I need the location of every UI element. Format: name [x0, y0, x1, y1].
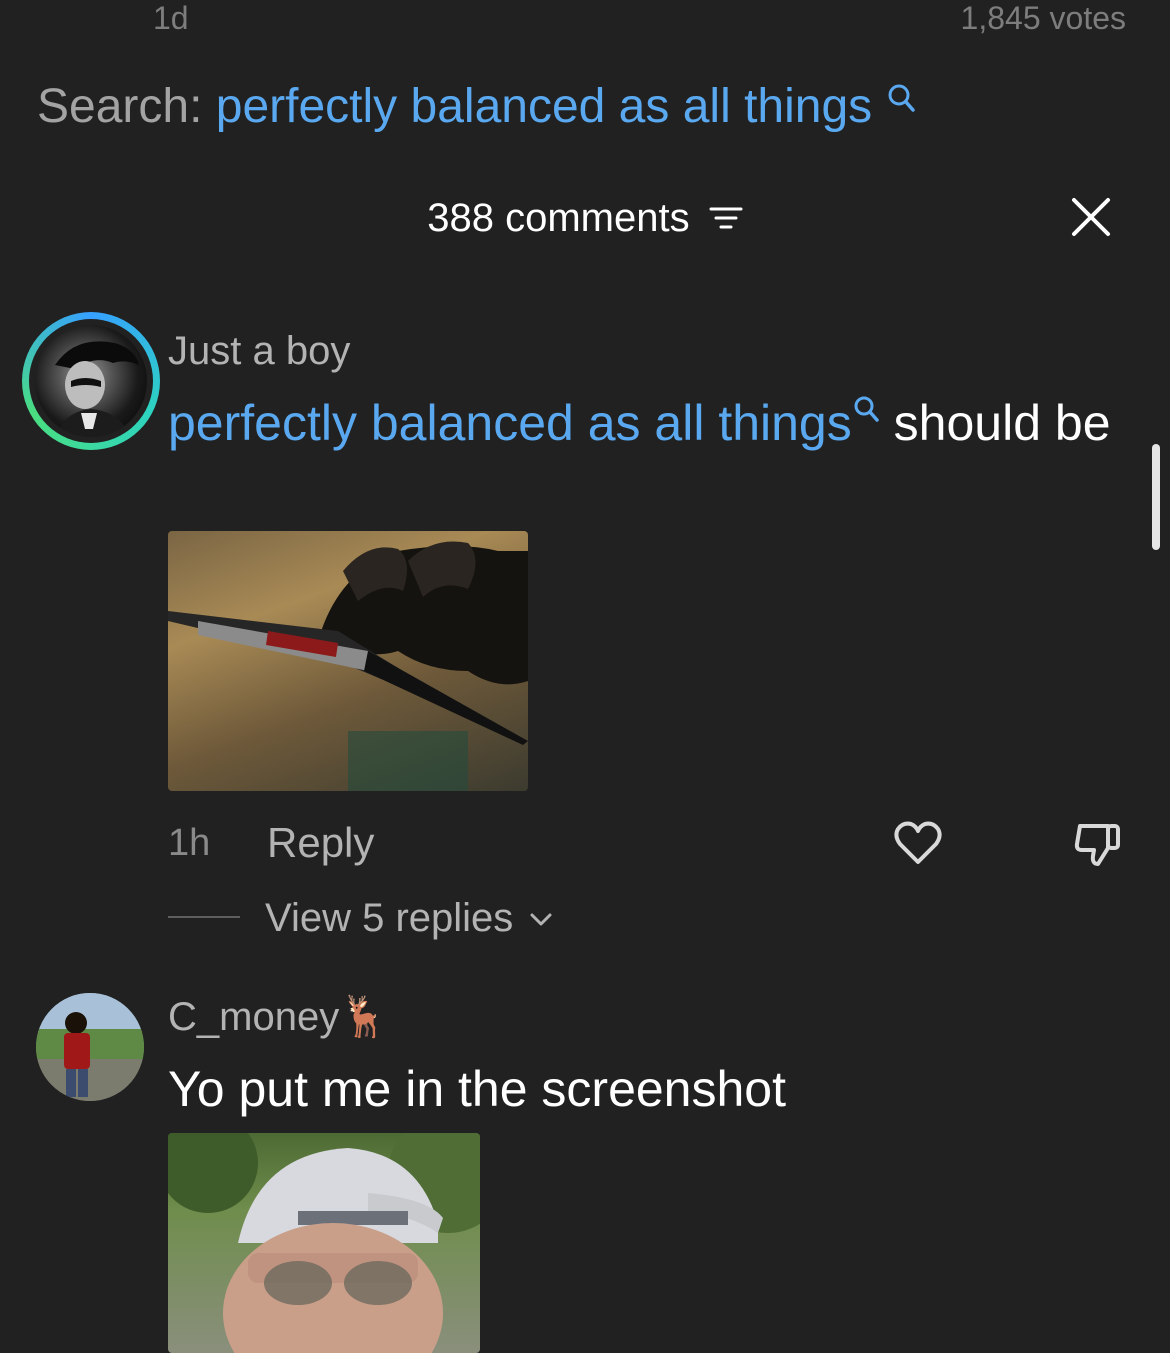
comment-body-text: should be: [893, 395, 1111, 451]
comment-time: 1h: [168, 822, 211, 864]
view-replies-button[interactable]: View 5 replies: [265, 894, 554, 942]
deer-emoji: 🦌: [339, 995, 390, 1039]
comment-body: perfectly balanced as all things should …: [168, 392, 1128, 454]
view-replies-label: View 5 replies: [265, 896, 514, 940]
reply-button[interactable]: Reply: [267, 818, 374, 868]
dislike-icon[interactable]: [1072, 818, 1124, 870]
comment-body: Yo put me in the screenshot: [168, 1061, 786, 1117]
replies-divider: [168, 916, 240, 918]
search-label: Search:: [37, 80, 203, 133]
votes-count: 1,845 votes: [960, 0, 1126, 36]
avatar[interactable]: [36, 993, 144, 1101]
post-time: 1d: [153, 0, 189, 36]
search-link[interactable]: Search: perfectly balanced as all things: [37, 78, 916, 136]
chevron-down-icon: [530, 913, 552, 926]
comments-count: 388 comments: [427, 196, 690, 240]
comment-image[interactable]: [168, 1133, 480, 1353]
avatar[interactable]: [22, 312, 160, 450]
sort-filter-icon[interactable]: [709, 203, 743, 233]
comment-author-name: C_money: [168, 995, 340, 1039]
comment-image[interactable]: [168, 531, 528, 791]
comments-header: 388 comments: [0, 193, 1170, 243]
search-icon[interactable]: [886, 82, 916, 114]
search-term[interactable]: perfectly balanced as all things: [216, 80, 872, 133]
comment-author[interactable]: Just a boy: [168, 326, 350, 376]
comment-author[interactable]: C_money🦌: [168, 992, 389, 1042]
scrollbar[interactable]: [1152, 444, 1160, 550]
comment-search-link[interactable]: perfectly balanced as all things: [168, 395, 852, 451]
close-icon[interactable]: [1070, 196, 1112, 238]
search-icon[interactable]: [852, 394, 880, 424]
heart-icon[interactable]: [892, 818, 944, 868]
